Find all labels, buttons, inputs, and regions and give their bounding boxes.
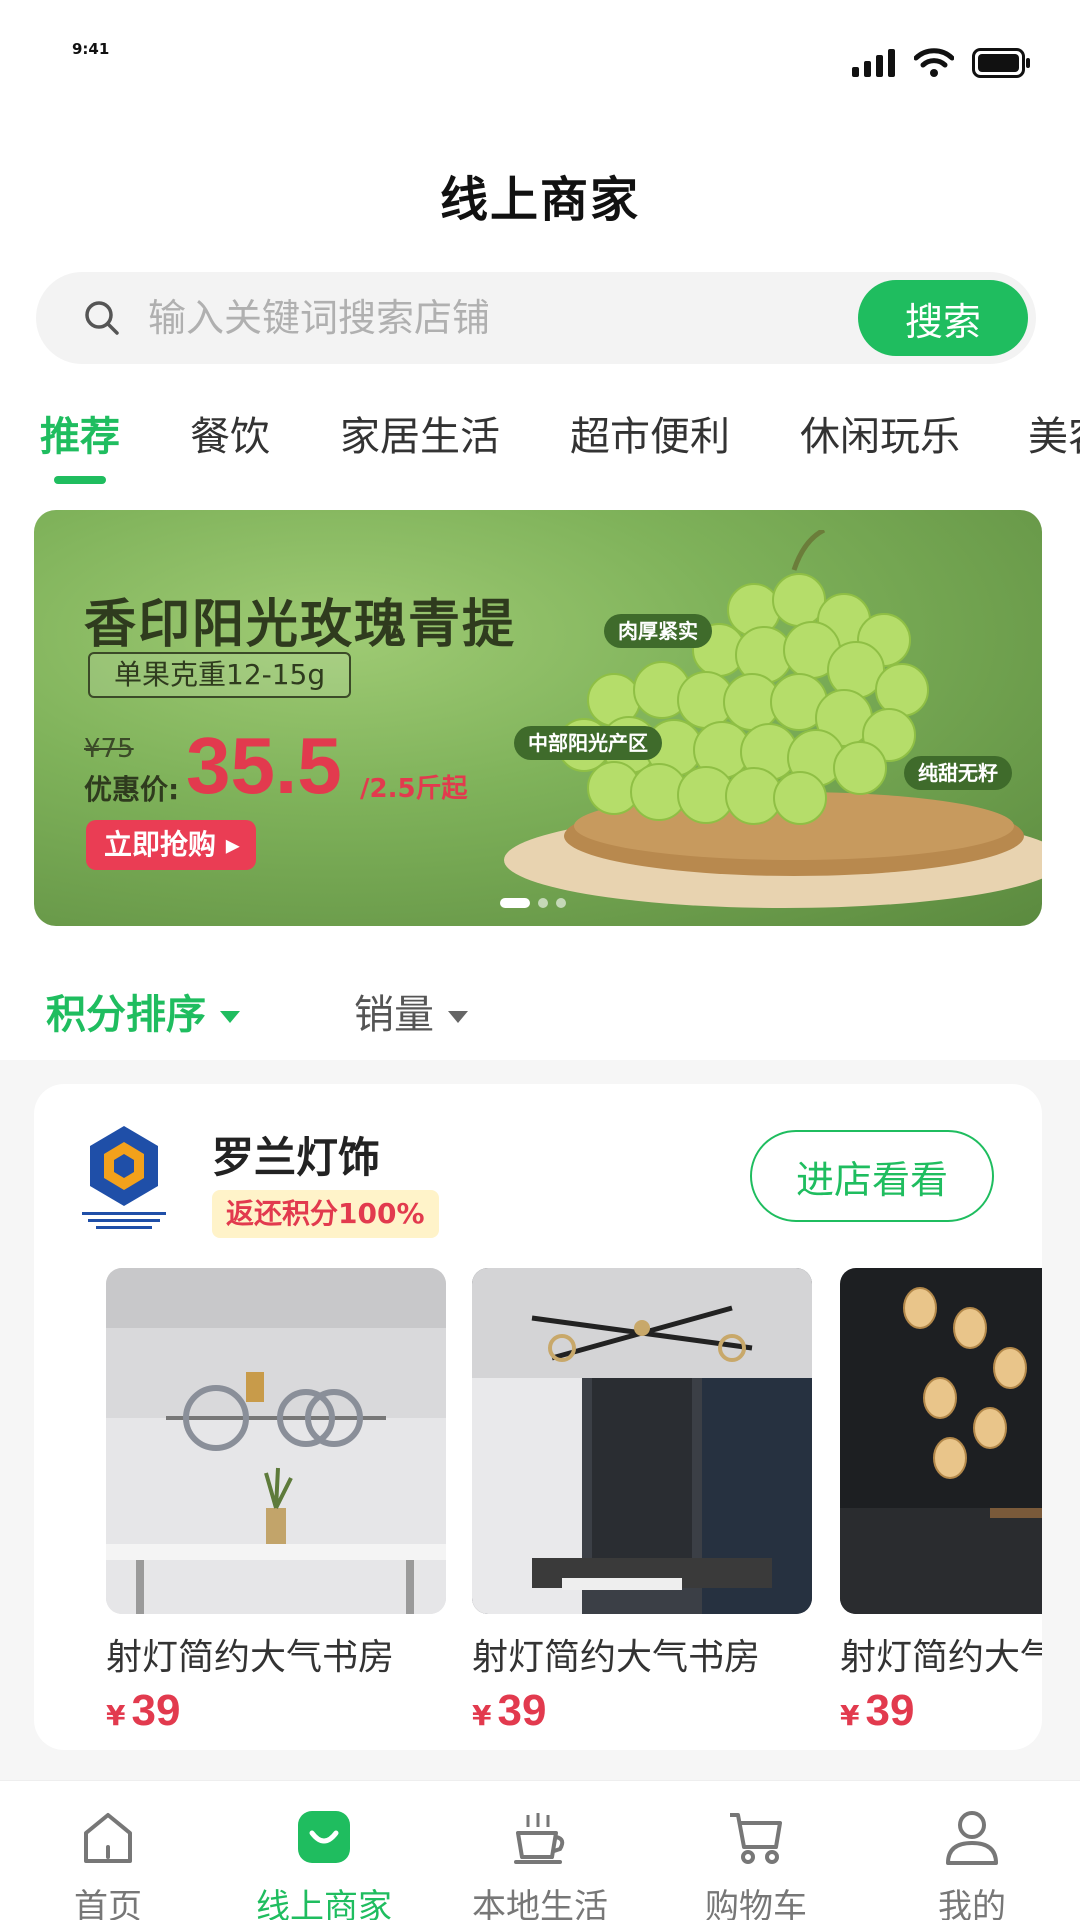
banner-price: 35.5 bbox=[186, 721, 342, 810]
product-name: 射灯简约大气书房 bbox=[472, 1637, 761, 1678]
shopping-bag-icon bbox=[298, 1811, 350, 1863]
product-card[interactable]: 射灯简约大气书房 ¥39 bbox=[106, 1268, 446, 1736]
nav-cart[interactable]: 购物车 bbox=[648, 1781, 864, 1920]
carousel-dot[interactable] bbox=[556, 898, 566, 908]
price-value: 39 bbox=[865, 1686, 915, 1735]
cart-icon bbox=[730, 1813, 782, 1864]
product-image bbox=[106, 1268, 446, 1614]
currency-symbol: ¥ bbox=[106, 1699, 126, 1732]
product-name: 射灯简约大气书房 bbox=[840, 1637, 1042, 1678]
product-price: ¥39 bbox=[472, 1686, 812, 1736]
tab-leisure[interactable]: 休闲玩乐 bbox=[800, 404, 960, 462]
banner-tag: 肉厚紧实 bbox=[604, 614, 712, 648]
carousel-dots bbox=[500, 898, 566, 908]
banner-price-label: 优惠价: bbox=[84, 773, 180, 806]
search-icon bbox=[85, 301, 119, 335]
currency-symbol: ¥ bbox=[472, 1699, 492, 1732]
banner-tag: 中部阳光产区 bbox=[514, 726, 662, 760]
currency-symbol: ¥ bbox=[840, 1699, 860, 1732]
enter-store-button[interactable]: 进店看看 bbox=[750, 1130, 994, 1222]
coffee-cup-icon bbox=[514, 1813, 565, 1864]
banner-original-price: ¥75 bbox=[84, 734, 134, 764]
status-icons bbox=[852, 48, 1032, 78]
product-price: ¥39 bbox=[840, 1686, 1042, 1736]
product-image bbox=[472, 1268, 812, 1614]
product-name: 射灯简约大气书房 bbox=[106, 1637, 395, 1678]
sort-by-points[interactable]: 积分排序 bbox=[46, 982, 240, 1040]
carousel-dot[interactable] bbox=[538, 898, 548, 908]
caret-down-icon bbox=[220, 1011, 240, 1023]
nav-label: 我的 bbox=[938, 1887, 1006, 1920]
profile-icon bbox=[946, 1811, 998, 1865]
tab-dining[interactable]: 餐饮 bbox=[190, 404, 270, 462]
promo-banner[interactable]: 香印阳光玫瑰青提 单果克重12-15g ¥75 优惠价: 35.5 /2.5斤起… bbox=[34, 510, 1042, 926]
wifi-icon bbox=[914, 48, 954, 77]
sort-points-label: 积分排序 bbox=[46, 992, 206, 1038]
product-card[interactable]: 射灯简约大气书房 ¥39 bbox=[472, 1268, 812, 1736]
banner-tag: 纯甜无籽 bbox=[904, 756, 1012, 790]
product-card[interactable]: 射灯简约大气书房 ¥39 bbox=[840, 1268, 1042, 1736]
store-card: 罗兰灯饰 返还积分100% 进店看看 射灯简约大气书房 ¥39 射灯简约大气书房… bbox=[34, 1084, 1042, 1750]
buy-now-button[interactable]: 立即抢购 ▸ bbox=[86, 820, 256, 870]
home-icon bbox=[84, 1813, 132, 1863]
price-value: 39 bbox=[497, 1686, 547, 1735]
signal-icon bbox=[852, 49, 895, 77]
nav-online-merchants[interactable]: 线上商家 bbox=[216, 1781, 432, 1920]
tab-recommended[interactable]: 推荐 bbox=[40, 404, 120, 462]
banner-unit: /2.5斤起 bbox=[360, 774, 468, 804]
nav-label: 购物车 bbox=[705, 1887, 807, 1920]
nav-home[interactable]: 首页 bbox=[0, 1781, 216, 1920]
caret-down-icon bbox=[448, 1011, 468, 1023]
bottom-nav: 首页 线上商家 本地生活 购物车 我的 bbox=[0, 1780, 1080, 1920]
nav-label: 首页 bbox=[74, 1887, 142, 1920]
banner-weight: 单果克重12-15g bbox=[88, 652, 352, 698]
page-title: 线上商家 bbox=[439, 172, 640, 228]
price-value: 39 bbox=[131, 1686, 181, 1735]
search-input[interactable] bbox=[148, 286, 868, 350]
product-list: 射灯简约大气书房 ¥39 射灯简约大气书房 ¥39 射灯简约大气 ¥ 39 bbox=[72, 1268, 1042, 1738]
grapes-image bbox=[504, 530, 1042, 908]
tab-beauty[interactable]: 美容 bbox=[1028, 404, 1080, 462]
points-badge: 返还积分100% bbox=[212, 1190, 439, 1238]
product-price: ¥39 bbox=[106, 1686, 446, 1736]
nav-local-life[interactable]: 本地生活 bbox=[432, 1781, 648, 1920]
tab-home-living[interactable]: 家居生活 bbox=[340, 404, 500, 462]
status-time: 9:41 bbox=[72, 40, 110, 58]
tab-supermarket[interactable]: 超市便利 bbox=[570, 404, 730, 462]
category-tabs: 推荐 餐饮 家居生活 超市便利 休闲玩乐 美容 bbox=[0, 404, 1080, 484]
banner-title: 香印阳光玫瑰青提 bbox=[84, 594, 517, 655]
product-image bbox=[840, 1268, 1042, 1614]
search-button[interactable]: 搜索 bbox=[858, 280, 1028, 356]
battery-icon bbox=[972, 48, 1030, 78]
sort-sales-label: 销量 bbox=[354, 992, 434, 1038]
search-bar: 搜索 bbox=[36, 272, 1036, 364]
nav-label: 线上商家 bbox=[256, 1887, 392, 1920]
carousel-dot[interactable] bbox=[500, 898, 530, 908]
sort-by-sales[interactable]: 销量 bbox=[354, 982, 468, 1040]
tab-indicator bbox=[54, 476, 106, 484]
store-name: 罗兰灯饰 bbox=[212, 1133, 381, 1182]
store-logo bbox=[82, 1126, 166, 1229]
nav-profile[interactable]: 我的 bbox=[864, 1781, 1080, 1920]
nav-label: 本地生活 bbox=[472, 1887, 608, 1920]
